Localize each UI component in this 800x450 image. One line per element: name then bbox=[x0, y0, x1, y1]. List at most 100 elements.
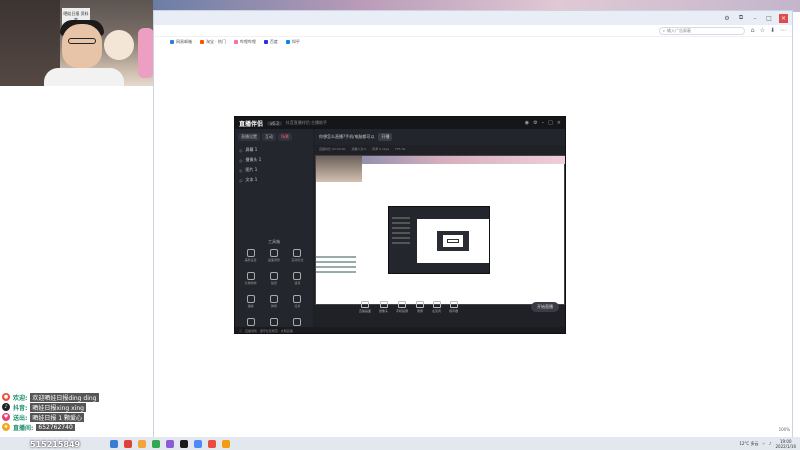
chat-username: 欢迎: bbox=[13, 394, 28, 402]
bookmark-item[interactable]: 百度 bbox=[263, 39, 278, 45]
tool-item[interactable]: 语音 bbox=[286, 272, 309, 285]
tool-item[interactable]: 任务 bbox=[286, 295, 309, 308]
taskbar-app-icon[interactable] bbox=[194, 439, 202, 448]
tab-scenes[interactable]: 场景 bbox=[278, 133, 292, 141]
taskbar-app-icon[interactable] bbox=[166, 439, 174, 448]
tool-item[interactable]: 礼物特效 bbox=[239, 272, 262, 285]
bookmark-icon bbox=[170, 40, 174, 44]
start-live-button[interactable]: 开始直播 bbox=[531, 302, 559, 312]
tool-item[interactable]: 画面调整 bbox=[262, 249, 285, 262]
chat-text: 652762740 bbox=[36, 423, 75, 431]
streamer-face bbox=[62, 24, 102, 68]
toolbox-title: 工具箱 bbox=[268, 239, 280, 244]
browser-titlebar: ⚙ ⧉ – □ × bbox=[154, 11, 792, 25]
minimize-icon[interactable]: – bbox=[542, 120, 545, 126]
scene-item[interactable]: ◎ 屏幕 1 bbox=[235, 145, 313, 155]
taskbar-app-icon[interactable] bbox=[152, 439, 160, 448]
tab-live-settings[interactable]: 直播设置 bbox=[238, 133, 260, 141]
status-fps: FPS 30 bbox=[395, 147, 406, 151]
webcam-overlay: 晒娃日报 资料库 bbox=[0, 0, 153, 86]
maximize-icon[interactable]: □ bbox=[765, 14, 773, 22]
streamer-shirt bbox=[44, 68, 124, 86]
settings-icon[interactable]: ⚙ bbox=[533, 120, 537, 126]
download-icon[interactable]: ⬇ bbox=[770, 27, 775, 34]
footer-text: 直播须知 · 遵守社区规范 · 文明直播 bbox=[245, 329, 293, 333]
nested-inner-preview bbox=[443, 235, 463, 247]
speaker-icon bbox=[449, 301, 458, 308]
tool-item[interactable]: 福袋 bbox=[239, 295, 262, 308]
eye-icon[interactable]: ◎ bbox=[239, 168, 243, 173]
nested-chat-lines bbox=[316, 256, 356, 292]
bookmark-item[interactable]: 淘宝 · 热门 bbox=[200, 39, 226, 45]
tool-record[interactable]: 录屏 bbox=[416, 301, 425, 313]
tool-item[interactable]: 弹幕 bbox=[262, 295, 285, 308]
search-input[interactable]: ⌕ 输入广告屏蔽 bbox=[658, 26, 745, 35]
live-preview[interactable] bbox=[315, 155, 565, 305]
window-settings-icon[interactable]: ⚙ bbox=[723, 14, 731, 22]
status-duration: 直播时长 00:00:00 bbox=[319, 147, 346, 151]
taskbar-app-icon[interactable] bbox=[124, 439, 132, 448]
tool-phone-cast[interactable]: 手机投屏 bbox=[396, 301, 408, 313]
plush-toy bbox=[104, 30, 134, 60]
eye-icon[interactable]: ◎ bbox=[239, 178, 243, 183]
tool-camera[interactable]: 摄像头 bbox=[379, 301, 388, 313]
gift-icon bbox=[246, 272, 255, 280]
window-pin-icon[interactable]: ⧉ bbox=[737, 14, 745, 22]
tool-item[interactable]: 美颜设置 bbox=[239, 249, 262, 262]
tiktok-icon: ♪ bbox=[2, 403, 10, 411]
app-bottom-toolbar: 直播画面 摄像头 手机投屏 录屏 麦克风 扬声器 开始直播 bbox=[315, 295, 565, 319]
bookmark-item[interactable]: 哔哩哔哩 bbox=[233, 39, 256, 45]
streaming-app-window: 直播伴侣 v6.3 抖音直播伴侣·主播助手 ◉ ⚙ – □ × 直播设置 互动 … bbox=[234, 116, 566, 334]
more-icon bbox=[293, 318, 302, 326]
eye-icon[interactable]: ◎ bbox=[239, 158, 243, 163]
sidebar-tabs: 直播设置 互动 场景 bbox=[235, 129, 313, 145]
live-status-bar: 直播时长 00:00:00 观看人次 0 码率 0 kbps FPS 30 bbox=[315, 145, 565, 153]
weather-text[interactable]: 12°C 多云 bbox=[739, 441, 758, 447]
nested-webcam bbox=[316, 156, 362, 182]
clock-date: 2022/1/16 bbox=[775, 443, 796, 449]
tool-live-screen[interactable]: 直播画面 bbox=[359, 301, 371, 313]
taskbar-app-icon[interactable] bbox=[180, 439, 188, 448]
chat-overlay: ● 欢迎: 欢迎晒娃日报ding ding ♪ 抖音: 晒娃日报xing xin… bbox=[2, 392, 122, 432]
chat-message: ★ 直播间: 652762740 bbox=[2, 422, 122, 432]
tool-microphone[interactable]: 麦克风 bbox=[432, 301, 441, 313]
bookmark-icon bbox=[200, 40, 204, 44]
info-icon: ⓘ bbox=[239, 329, 243, 333]
eye-icon[interactable]: ◎ bbox=[239, 148, 243, 153]
home-icon[interactable]: ⌂ bbox=[751, 27, 755, 34]
volume-icon[interactable]: ♪ bbox=[769, 441, 772, 446]
favorite-icon[interactable]: ☆ bbox=[760, 27, 765, 34]
bookmark-item[interactable]: 知乎 bbox=[285, 39, 300, 45]
maximize-icon[interactable]: □ bbox=[548, 120, 553, 126]
tool-item[interactable]: 互动玩法 bbox=[286, 249, 309, 262]
close-icon[interactable]: × bbox=[779, 13, 788, 23]
bookmarks-bar: 网易邮箱 淘宝 · 热门 哔哩哔哩 百度 知乎 bbox=[154, 37, 792, 47]
scene-item[interactable]: ◎ 图片 1 bbox=[235, 165, 313, 175]
bag-icon bbox=[246, 295, 255, 303]
bookmark-icon bbox=[233, 40, 238, 44]
network-icon[interactable]: ⌁ bbox=[763, 441, 765, 446]
bookmark-item[interactable]: 网易邮箱 bbox=[170, 39, 192, 45]
taskbar-app-icon[interactable] bbox=[138, 439, 146, 448]
clock[interactable]: 19:00 2022/1/16 bbox=[775, 439, 796, 449]
chat-message: ● 欢迎: 欢迎晒娃日报ding ding bbox=[2, 392, 122, 402]
shop-icon bbox=[269, 318, 278, 326]
tool-item[interactable]: 贴纸 bbox=[262, 272, 285, 285]
chat-message: ♪ 抖音: 晒娃日报xing xing bbox=[2, 402, 122, 412]
tool-speaker[interactable]: 扬声器 bbox=[449, 301, 458, 313]
minimize-icon[interactable]: – bbox=[751, 14, 759, 22]
notice-button[interactable]: 开播 bbox=[378, 133, 393, 141]
tab-interaction[interactable]: 互动 bbox=[262, 133, 276, 141]
status-bitrate: 码率 0 kbps bbox=[372, 147, 390, 151]
viewer-count: 515215849 bbox=[30, 440, 81, 449]
taskbar-app-icon[interactable] bbox=[208, 439, 216, 448]
toolbox-grid: 美颜设置 画面调整 互动玩法 礼物特效 贴纸 语音 福袋 弹幕 任务 搜索 商品… bbox=[239, 249, 309, 331]
app-logo: 直播伴侣 bbox=[239, 120, 264, 128]
close-icon[interactable]: × bbox=[557, 120, 561, 126]
scene-item[interactable]: ◎ 摄像头 1 bbox=[235, 155, 313, 165]
taskbar-app-icon[interactable] bbox=[222, 439, 230, 448]
taskbar-app-icon[interactable] bbox=[110, 439, 118, 448]
avatar-icon[interactable]: ◉ bbox=[525, 120, 529, 126]
more-icon[interactable]: ⋯ bbox=[780, 27, 786, 34]
scene-item[interactable]: ◎ 文本 1 bbox=[235, 175, 313, 185]
